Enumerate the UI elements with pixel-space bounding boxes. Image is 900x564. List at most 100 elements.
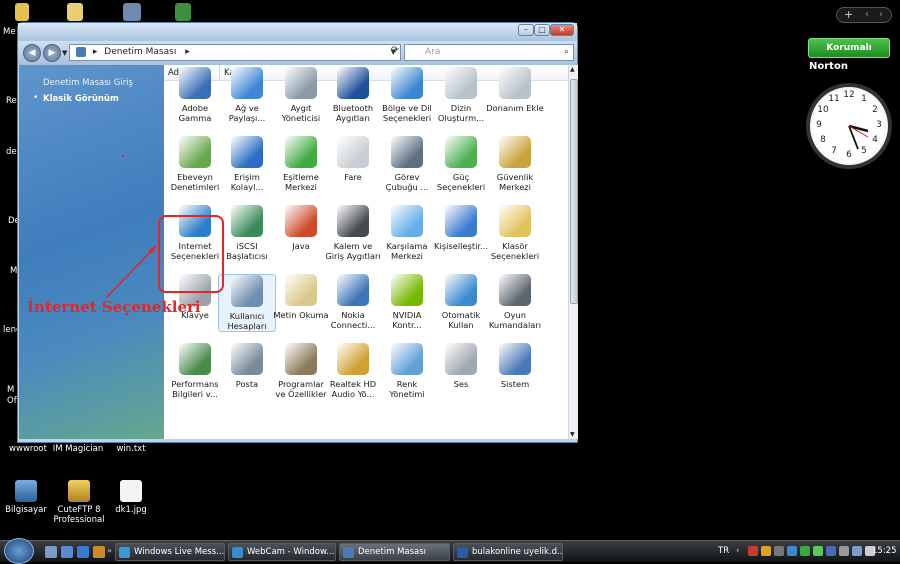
control-panel-item[interactable]: Eşitleme Merkezi xyxy=(272,136,330,192)
control-panel-item-icon xyxy=(445,205,477,237)
breadcrumb[interactable]: Denetim Masası xyxy=(104,47,176,57)
control-panel-item[interactable]: Kişiselleştir... xyxy=(432,205,490,251)
add-gadget-button[interactable]: + xyxy=(844,8,853,22)
tray-icon[interactable] xyxy=(800,546,810,556)
control-panel-item[interactable]: Güvenlik Merkezi xyxy=(486,136,544,192)
show-desktop-icon[interactable] xyxy=(45,546,57,558)
search-icon[interactable]: ⌕ xyxy=(564,45,569,60)
control-panel-item[interactable]: Otomatik Kullan xyxy=(432,274,490,330)
quicklaunch-overflow-icon[interactable]: » xyxy=(107,546,112,555)
control-panel-item-label: Kullanıcı Hesapları xyxy=(227,311,267,331)
next-gadget-icon[interactable]: › xyxy=(879,8,883,22)
tray-icon[interactable] xyxy=(826,546,836,556)
control-panel-item-icon xyxy=(285,205,317,237)
address-bar[interactable]: ▸ Denetim Masası ▸ ▼ xyxy=(69,44,401,61)
system-tray: TR ‹ 15:25 xyxy=(714,541,900,563)
control-panel-item[interactable]: Sistem xyxy=(486,343,544,389)
search-input[interactable]: Ara ⌕ xyxy=(404,44,574,61)
messenger-icon xyxy=(119,547,130,558)
desktop-icon-top-4[interactable] xyxy=(168,3,198,24)
start-button[interactable] xyxy=(4,538,34,564)
control-panel-item[interactable]: Adobe Gamma xyxy=(166,67,224,123)
control-panel-item[interactable]: Nokia Connecti... xyxy=(324,274,382,330)
tray-icon[interactable] xyxy=(839,546,849,556)
control-panel-item-label: Oyun Kumandaları xyxy=(488,310,542,330)
media-player-icon[interactable] xyxy=(93,546,105,558)
refresh-icon[interactable]: ⟳ xyxy=(387,45,403,61)
control-panel-item[interactable]: Bölge ve Dil Seçenekleri xyxy=(378,67,436,123)
classic-view-link[interactable]: Klasik Görünüm xyxy=(43,94,119,104)
tray-icon[interactable] xyxy=(748,546,758,556)
ie-icon[interactable] xyxy=(77,546,89,558)
control-panel-home-link[interactable]: Denetim Masası Giriş xyxy=(43,78,133,88)
vertical-scrollbar[interactable]: ▲ ▼ xyxy=(568,65,578,439)
taskbar-button-word-doc[interactable]: bulakonline uyelik.d... xyxy=(453,543,563,561)
close-button[interactable]: ✕ xyxy=(550,24,574,36)
control-panel-item[interactable]: NVIDIA Kontr... xyxy=(378,274,436,330)
desktop-icon-top-3[interactable] xyxy=(117,3,147,24)
control-panel-item[interactable]: Performans Bilgileri v... xyxy=(166,343,224,399)
control-panel-item[interactable]: Görev Çubuğu ... xyxy=(378,136,436,192)
control-panel-item[interactable]: Güç Seçenekleri xyxy=(432,136,490,192)
control-panel-item-icon xyxy=(179,67,211,99)
control-panel-item[interactable]: Ağ ve Paylaşı... xyxy=(218,67,276,123)
taskbar-button-messenger[interactable]: Windows Live Mess... xyxy=(115,543,225,561)
control-panel-item[interactable]: Renk Yönetimi xyxy=(378,343,436,399)
control-panel-item[interactable]: Klasör Seçenekleri xyxy=(486,205,544,261)
minimize-button[interactable]: – xyxy=(518,24,534,36)
control-panel-item-icon xyxy=(231,67,263,99)
control-panel-item[interactable]: Fare xyxy=(324,136,382,182)
control-panel-item[interactable]: Ebeveyn Denetimleri xyxy=(166,136,224,192)
scroll-down-arrow[interactable]: ▼ xyxy=(570,431,575,438)
tray-icon[interactable] xyxy=(813,546,823,556)
maximize-button[interactable]: □ xyxy=(534,24,550,36)
network-icon[interactable] xyxy=(852,546,862,556)
tray-expand-icon[interactable]: ‹ xyxy=(736,546,739,556)
forward-button[interactable]: ▶ xyxy=(43,44,61,62)
control-panel-item[interactable]: Java xyxy=(272,205,330,251)
control-panel-item[interactable]: Metin Okuma xyxy=(272,274,330,320)
title-bar[interactable]: – □ ✕ xyxy=(18,23,577,41)
control-panel-item[interactable]: Kullanıcı Hesapları xyxy=(218,274,276,332)
control-panel-item[interactable]: Kalem ve Giriş Aygıtları xyxy=(324,205,382,261)
clock-number: 3 xyxy=(876,120,882,130)
desktop-icon-dk1-jpg[interactable]: dk1.jpg xyxy=(99,480,163,515)
taskbar-button-control-panel[interactable]: Denetim Masası xyxy=(339,543,450,561)
desktop-icon-top-1[interactable] xyxy=(7,3,37,24)
control-panel-window: – □ ✕ ◀ ▶ ▼ ▸ Denetim Masası ▸ ▼ ⟳ Ara ⌕… xyxy=(17,22,578,443)
tray-icon[interactable] xyxy=(774,546,784,556)
control-panel-item-label: Adobe Gamma xyxy=(178,103,212,123)
control-panel-item[interactable]: Aygıt Yöneticisi xyxy=(272,67,330,123)
control-panel-item[interactable]: Ses xyxy=(432,343,490,389)
taskbar-button-webcam[interactable]: WebCam - Window... xyxy=(228,543,336,561)
desktop-icon-win-txt[interactable]: win.txt xyxy=(99,444,163,454)
switch-windows-icon[interactable] xyxy=(61,546,73,558)
control-panel-item[interactable]: Posta xyxy=(218,343,276,389)
control-panel-item-label: Nokia Connecti... xyxy=(330,310,376,330)
control-panel-item-label: Bölge ve Dil Seçenekleri xyxy=(382,103,432,123)
scroll-thumb[interactable] xyxy=(570,79,578,304)
previous-gadget-icon[interactable]: ‹ xyxy=(865,8,869,22)
annotation-arrow xyxy=(105,245,157,299)
control-panel-item[interactable]: iSCSI Başlatıcısı xyxy=(218,205,276,261)
scroll-up-arrow[interactable]: ▲ xyxy=(570,66,575,73)
app-icon xyxy=(123,3,141,21)
control-panel-item[interactable]: Donanım Ekle xyxy=(486,67,544,113)
control-panel-item[interactable]: Erişim Kolayl... xyxy=(218,136,276,192)
tray-icon[interactable] xyxy=(787,546,797,556)
control-panel-item[interactable]: Programlar ve Özellikler xyxy=(272,343,330,399)
control-panel-item[interactable]: Karşılama Merkezi xyxy=(378,205,436,261)
control-panel-item[interactable]: Oyun Kumandaları xyxy=(486,274,544,330)
desktop-icon-top-2[interactable] xyxy=(60,3,90,24)
breadcrumb-chevron[interactable]: ▸ xyxy=(185,47,190,57)
control-panel-item[interactable]: Dizin Oluşturm... xyxy=(432,67,490,123)
control-panel-item[interactable]: Realtek HD Audio Yö... xyxy=(324,343,382,399)
clock-time[interactable]: 15:25 xyxy=(872,546,897,556)
chevron-down-icon[interactable]: ▼ xyxy=(62,49,67,57)
tray-icon[interactable] xyxy=(761,546,771,556)
norton-status-button[interactable]: Korumalı xyxy=(808,38,890,58)
breadcrumb-separator[interactable]: ▸ xyxy=(93,47,98,57)
back-button[interactable]: ◀ xyxy=(23,44,41,62)
language-indicator[interactable]: TR xyxy=(718,546,729,556)
control-panel-item[interactable]: Bluetooth Aygıtları xyxy=(324,67,382,123)
